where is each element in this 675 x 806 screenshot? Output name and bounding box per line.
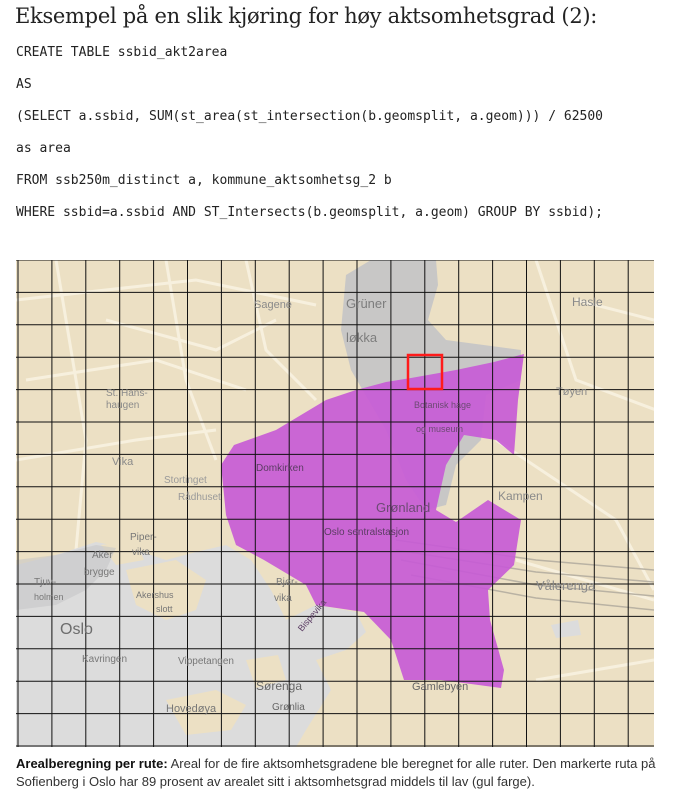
label-hasle: Hasle bbox=[572, 295, 603, 309]
code-line-6: WHERE ssbid=a.ssbid AND ST_Intersects(b.… bbox=[16, 205, 603, 220]
label-bjor-2: vika bbox=[274, 593, 292, 604]
label-kampen: Kampen bbox=[498, 489, 543, 503]
label-lokka: løkka bbox=[346, 330, 378, 345]
code-line-4: as area bbox=[16, 141, 71, 156]
label-stortinget: Stortinget bbox=[164, 475, 207, 486]
label-st-hanshaugen: St. Hans- bbox=[106, 388, 148, 399]
label-valerenga: Vålerenga bbox=[536, 578, 596, 593]
label-hovedoya: Hovedøya bbox=[166, 703, 217, 715]
caption-title: Arealberegning per rute: bbox=[16, 756, 168, 771]
label-sagene: Sagene bbox=[254, 299, 292, 311]
figure-caption: Arealberegning per rute: Areal for de fi… bbox=[16, 755, 661, 791]
label-vippetangen: Vippetangen bbox=[178, 656, 234, 667]
label-piper-2: vika bbox=[132, 547, 150, 558]
label-kavringen: Kavringen bbox=[82, 654, 127, 665]
map-image: Grüner løkka Hasle Sagene St. Hans- haug… bbox=[16, 260, 654, 747]
label-gruner: Grüner bbox=[346, 296, 387, 311]
label-gamlebyen: Gamlebyen bbox=[412, 681, 468, 693]
label-botanisk-1: Botanisk hage bbox=[414, 400, 471, 410]
label-aker-2: brygge bbox=[84, 567, 115, 578]
label-vika: Vika bbox=[112, 456, 134, 468]
label-toyen: Tøyen bbox=[556, 386, 587, 398]
label-gronland: Grønland bbox=[376, 500, 430, 515]
code-line-1: CREATE TABLE ssbid_akt2area bbox=[16, 45, 228, 60]
label-tjuv-1: Tjuv- bbox=[34, 577, 56, 588]
code-line-5: FROM ssb250m_distinct a, kommune_aktsomh… bbox=[16, 173, 392, 188]
label-gronlia: Grønlia bbox=[272, 702, 305, 713]
label-domkirken: Domkirken bbox=[256, 463, 304, 474]
code-line-2: AS bbox=[16, 77, 32, 92]
label-aker-1: Aker bbox=[92, 550, 113, 561]
label-sorenga: Sørenga bbox=[256, 679, 302, 693]
label-bjor-1: Bjør- bbox=[276, 577, 298, 588]
label-botanisk-2: og museum bbox=[416, 424, 463, 434]
label-oslo: Oslo bbox=[60, 621, 93, 638]
code-line-3: (SELECT a.ssbid, SUM(st_area(st_intersec… bbox=[16, 109, 603, 124]
label-piper-1: Piper- bbox=[130, 532, 157, 543]
label-radhuset: Rådhuset bbox=[178, 491, 221, 503]
page-heading: Eksempel på en slik kjøring for høy akts… bbox=[15, 4, 598, 28]
label-tjuv-2: holmen bbox=[34, 592, 64, 602]
label-akershus-2: slott bbox=[156, 604, 173, 614]
label-st-hanshaugen-2: haugen bbox=[106, 400, 139, 411]
label-oslo-s: Oslo sentralstasjon bbox=[324, 527, 409, 538]
label-akershus-1: Akershus bbox=[136, 590, 174, 600]
map-svg: Grüner løkka Hasle Sagene St. Hans- haug… bbox=[16, 260, 654, 747]
